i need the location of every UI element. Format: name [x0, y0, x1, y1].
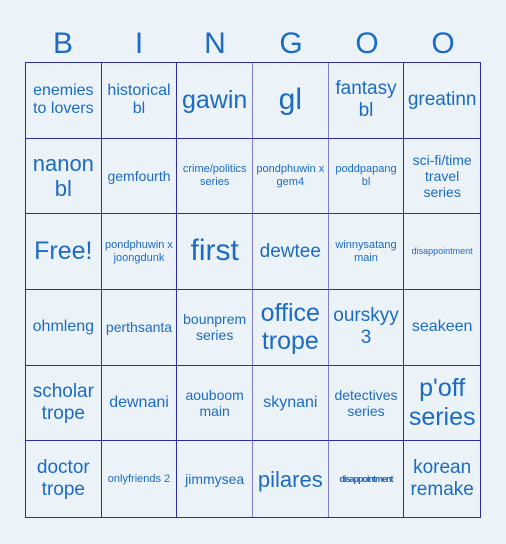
bingo-cell[interactable]: dewtee — [252, 214, 329, 290]
bingo-cell[interactable]: onlyfriends 2 — [102, 441, 178, 517]
bingo-cell[interactable]: poddpapang bl — [328, 138, 405, 215]
bingo-cell[interactable]: ohmleng — [26, 289, 102, 366]
bingo-cell[interactable]: skynani — [252, 365, 329, 442]
header-letter-g: G — [279, 27, 303, 60]
bingo-cell[interactable]: pondphuwin x gem4 — [252, 138, 329, 215]
bingo-cell[interactable]: p'off series — [404, 366, 480, 442]
bingo-cell[interactable]: first — [177, 214, 253, 290]
bingo-header: B I N G O O — [25, 26, 481, 62]
bingo-cell[interactable]: bounprem series — [177, 289, 253, 366]
bingo-cell[interactable]: scholar trope — [26, 365, 102, 442]
bingo-cell[interactable]: sci-fi/time travel series — [404, 139, 480, 215]
header-letter-b: B — [52, 27, 73, 60]
bingo-cell[interactable]: gawin — [177, 63, 253, 139]
bingo-cell[interactable]: nanon bl — [26, 138, 102, 215]
bingo-cell[interactable]: fantasy bl — [328, 63, 405, 139]
bingo-cell[interactable]: disappointment — [329, 441, 405, 517]
bingo-cell[interactable]: office trope — [252, 289, 329, 366]
bingo-cell[interactable]: pilares — [253, 441, 329, 517]
bingo-cell[interactable]: jimmysea — [177, 441, 253, 517]
bingo-cell[interactable]: korean remake — [404, 441, 480, 517]
header-letter-o: O — [355, 27, 379, 60]
bingo-cell[interactable]: greatinn — [404, 63, 480, 139]
bingo-cell[interactable]: ourskyy 3 — [328, 289, 405, 366]
bingo-cell[interactable]: enemies to lovers — [26, 63, 102, 139]
bingo-grid: enemies to lovers historical bl gawin gl… — [25, 62, 481, 518]
bingo-cell[interactable]: dewnani — [101, 365, 178, 442]
bingo-cell[interactable]: seakeen — [404, 290, 480, 366]
bingo-cell[interactable]: disappointment — [404, 214, 480, 290]
bingo-cell[interactable]: crime/politics series — [177, 138, 253, 215]
header-letter-i: I — [134, 27, 144, 60]
free-space[interactable]: Free! — [26, 214, 102, 290]
bingo-cell[interactable]: gl — [252, 63, 329, 139]
header-letter-o2: O — [431, 27, 455, 60]
bingo-cell[interactable]: winnysatang main — [328, 214, 405, 290]
bingo-cell[interactable]: historical bl — [101, 63, 178, 139]
bingo-cell[interactable]: pondphuwin x joongdunk — [101, 214, 178, 290]
bingo-cell[interactable]: perthsanta — [101, 289, 178, 366]
bingo-cell[interactable]: detectives series — [328, 365, 405, 442]
bingo-cell[interactable]: doctor trope — [26, 441, 102, 517]
header-letter-n: N — [204, 27, 226, 60]
bingo-cell[interactable]: gemfourth — [101, 138, 178, 215]
bingo-cell[interactable]: aouboom main — [177, 365, 253, 442]
